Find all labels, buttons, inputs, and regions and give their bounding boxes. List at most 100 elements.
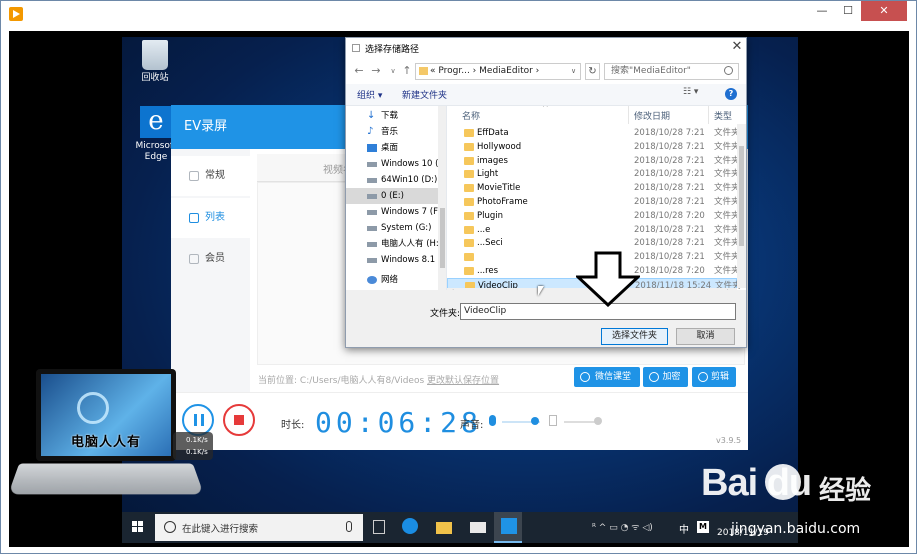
tree-item[interactable]: ↓ 下载: [346, 108, 438, 124]
task-view-icon[interactable]: [373, 520, 385, 534]
close-button[interactable]: ✕: [861, 1, 907, 21]
laptop-logo-text: 电脑人人有: [70, 435, 141, 450]
clip-button[interactable]: 剪辑: [692, 367, 736, 387]
file-row[interactable]: images 2018/10/28 7:21 文件夹: [447, 154, 740, 168]
microphone-icon[interactable]: [489, 415, 496, 426]
speaker-volume-knob[interactable]: [594, 417, 602, 425]
file-name: MovieTitle: [477, 183, 521, 194]
history-dropdown-icon[interactable]: ∨: [386, 64, 400, 78]
folder-icon: [464, 129, 474, 137]
tree-item[interactable]: Windows 8.1 (I: [346, 252, 438, 268]
column-divider[interactable]: [628, 106, 629, 124]
list-icon: [189, 213, 199, 223]
ev-path-value: C:/Users/电脑人人有8/Videos: [299, 376, 425, 386]
help-icon[interactable]: ?: [725, 88, 737, 100]
file-name: images: [477, 155, 508, 166]
desktop: 回收站 e Microsoft Edge EV录屏 常规 列表 会员 视频名 当…: [122, 37, 798, 543]
up-arrow-icon[interactable]: ↑: [400, 64, 414, 78]
file-type: 文件夹: [714, 183, 740, 194]
ev-recorder-taskbar-icon[interactable]: [501, 518, 517, 534]
chevron-down-icon[interactable]: ∨: [571, 64, 576, 79]
file-explorer-icon[interactable]: [436, 522, 452, 534]
edge-icon[interactable]: [402, 518, 418, 534]
recording-timer: 00:06:28: [315, 406, 482, 439]
tree-item[interactable]: Windows 10 (C: [346, 156, 438, 172]
encrypt-button[interactable]: 加密: [643, 367, 688, 387]
file-date: 2018/10/28 7:21: [634, 238, 705, 249]
tree-item[interactable]: 电脑人人有 (H:): [346, 236, 438, 252]
tree-item[interactable]: ♪ 音乐: [346, 124, 438, 140]
host-titlebar[interactable]: — ☐ ✕: [1, 1, 916, 27]
ev-nav-list-label: 列表: [205, 212, 225, 223]
organize-menu[interactable]: 组织 ▾: [357, 88, 382, 101]
speaker-volume-slider[interactable]: [564, 421, 598, 423]
ev-nav-general[interactable]: 常规: [171, 156, 250, 196]
vertical-scroll-thumb[interactable]: [739, 146, 744, 246]
search-input[interactable]: 搜索"MediaEditor": [604, 63, 739, 80]
speaker-icon[interactable]: [549, 415, 557, 426]
laptop-screen: 电脑人人有: [36, 369, 176, 461]
file-row[interactable]: ...Seci 2018/10/28 7:21 文件夹: [447, 236, 740, 250]
file-name: Light: [477, 169, 499, 180]
mic-volume-knob[interactable]: [531, 417, 540, 425]
file-row[interactable]: ...e 2018/10/28 7:21 文件夹: [447, 223, 740, 237]
select-folder-dialog: 选择存储路径 ✕ ← → ∨ ↑ « Progr... › MediaEdito…: [345, 37, 747, 348]
file-name: ...res: [477, 266, 499, 276]
tree-item[interactable]: Windows 7 (F:): [346, 204, 438, 220]
file-type: 文件夹: [714, 224, 740, 235]
recycle-bin-shortcut[interactable]: 回收站: [125, 40, 185, 84]
tree-item[interactable]: 网络: [346, 272, 438, 288]
column-type[interactable]: 类型: [714, 109, 732, 122]
drive-icon: [367, 226, 377, 231]
sort-caret-icon: ^: [542, 106, 549, 112]
maximize-button[interactable]: ☐: [835, 1, 861, 21]
ev-change-dir-link[interactable]: 更改默认保存位置: [427, 376, 499, 386]
microphone-icon[interactable]: [346, 521, 352, 532]
back-arrow-icon[interactable]: ←: [352, 64, 366, 78]
column-divider[interactable]: [708, 106, 709, 124]
file-row[interactable]: Hollywood 2018/10/28 7:21 文件夹: [447, 140, 740, 154]
column-date[interactable]: 修改日期: [634, 109, 670, 122]
tree-item[interactable]: 0 (E:): [346, 188, 438, 204]
address-bar[interactable]: « Progr... › MediaEditor › ∨: [415, 63, 581, 80]
windows-start-icon[interactable]: [132, 521, 144, 533]
download-speed: 0.1K/s: [186, 448, 208, 456]
tree-item[interactable]: 桌面: [346, 140, 438, 156]
edge-icon: e: [140, 106, 172, 138]
file-row[interactable]: Plugin 2018/10/28 7:20 文件夹: [447, 209, 740, 223]
dialog-close-button[interactable]: ✕: [730, 39, 744, 55]
mail-icon[interactable]: [470, 522, 486, 533]
ev-nav-list[interactable]: 列表: [171, 198, 250, 238]
file-name: PhotoFrame: [477, 197, 528, 207]
desktop-icon: [367, 144, 377, 152]
ev-path-label: 当前位置:: [258, 376, 298, 386]
music-icon: ♪: [367, 126, 374, 137]
stop-button[interactable]: [223, 404, 255, 436]
forward-arrow-icon[interactable]: →: [369, 64, 383, 78]
select-folder-button[interactable]: 选择文件夹: [601, 328, 668, 345]
folder-icon: [464, 156, 474, 165]
tree-item[interactable]: System (G:): [346, 220, 438, 236]
ev-nav-member-label: 会员: [205, 253, 225, 264]
column-name[interactable]: 名称: [462, 109, 480, 122]
file-row[interactable]: PhotoFrame 2018/10/28 7:21 文件夹: [447, 195, 740, 209]
tree-scroll-thumb[interactable]: [440, 208, 445, 268]
file-row[interactable]: MovieTitle 2018/10/28 7:21 文件夹: [447, 181, 740, 195]
refresh-icon[interactable]: ↻: [585, 63, 600, 80]
minimize-button[interactable]: —: [809, 1, 835, 21]
view-options-icon[interactable]: ☷ ▾: [683, 87, 709, 97]
tech-ring-icon: [77, 392, 109, 424]
upload-speed: 0.1K/s: [186, 436, 208, 444]
ev-nav-member[interactable]: 会员: [171, 239, 250, 279]
new-folder-button[interactable]: 新建文件夹: [402, 88, 447, 101]
file-row[interactable]: Light 2018/10/28 7:21 文件夹: [447, 167, 740, 181]
file-date: 2018/10/28 7:21: [634, 197, 705, 207]
wechat-class-button[interactable]: 微信课堂: [574, 367, 640, 387]
taskbar-search-box[interactable]: 在此键入进行搜索: [155, 514, 363, 541]
file-row[interactable]: EffData 2018/10/28 7:21 文件夹: [447, 126, 740, 140]
dialog-titlebar[interactable]: 选择存储路径 ✕: [346, 38, 746, 60]
folder-icon: [464, 198, 474, 206]
ime-indicator[interactable]: 中: [679, 521, 689, 536]
tree-item[interactable]: 64Win10 (D:): [346, 172, 438, 188]
cancel-button[interactable]: 取消: [676, 328, 735, 345]
